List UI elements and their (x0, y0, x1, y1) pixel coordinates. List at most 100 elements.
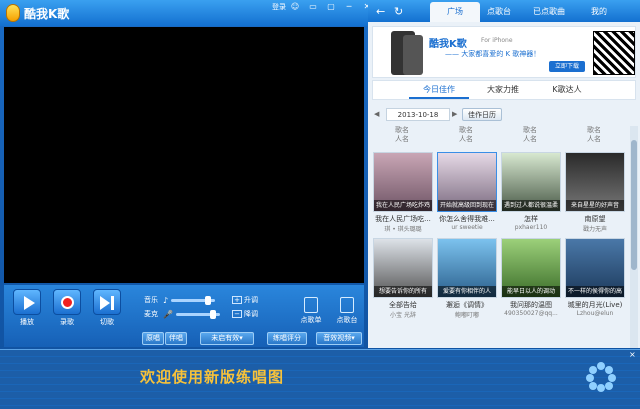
microphone-icon: 🎤 (163, 309, 173, 319)
song-card[interactable]: 想要告诉你的所有 全部告给 小宝 光辞 (372, 238, 434, 319)
skin-icon[interactable]: ☺ (288, 2, 302, 12)
mic-volume-slider[interactable] (175, 309, 220, 319)
tone-down-label: 降调 (244, 310, 258, 318)
mini-mode-icon[interactable]: ▭ (306, 2, 320, 12)
order-song-label: 点歌台 (336, 316, 358, 324)
tab-ordered-songs[interactable]: 已点歌曲 (524, 2, 574, 22)
grid-scrollbar[interactable] (630, 126, 638, 348)
song-card[interactable]: 来自星星的好声音 南原望 戳力无声 (564, 152, 626, 233)
tab-song-order[interactable]: 点歌台 (474, 2, 524, 22)
mic-label: 麦克 (144, 310, 158, 318)
song-card[interactable]: 遇到过人都说很温柔 怎样 pxhaer110 (500, 152, 562, 231)
singer-name: ur sweetie (451, 224, 483, 231)
flower-decoration-icon (586, 362, 616, 392)
next-label: 切歌 (100, 318, 114, 326)
song-title: 怎样 (524, 215, 538, 223)
music-volume-row: 音乐 ♪ (144, 295, 216, 305)
promo-banner[interactable]: 酷我K歌 For iPhone —— 大家都喜爱的 K 歌神器！ 立即下载 (372, 26, 636, 78)
header-row: 歌名 人名 (395, 126, 409, 143)
refresh-icon[interactable]: ↻ (394, 5, 403, 18)
singer-name: 鲍嘟叮嘟 (454, 312, 479, 319)
play-icon (24, 296, 35, 310)
song-card[interactable]: 开始就高级回到现在 你怎么舍得我难... ur sweetie (436, 152, 498, 231)
scrollbar-thumb[interactable] (631, 140, 637, 270)
order-song-button[interactable]: 点歌台 (332, 297, 362, 325)
subtab-k-stars[interactable]: K歌达人 (537, 81, 597, 99)
date-display: 2013-10-18 (386, 108, 450, 121)
tab-mine[interactable]: 我的 (574, 2, 624, 22)
record-button[interactable]: 录歌 (52, 289, 82, 327)
qr-code (593, 31, 635, 75)
title-bar: 酷我K歌 登录 ☺ ▭ ▢ ─ ✕ (0, 0, 370, 26)
song-title: 我问那的温图 (510, 301, 552, 309)
song-thumbnail: 能早日以人的调动 (501, 238, 561, 298)
song-list-button[interactable]: 点歌单 (296, 297, 326, 325)
video-effect-dropdown[interactable]: 音效视频▾ (316, 332, 362, 345)
next-date-icon[interactable]: ▶ (452, 110, 457, 118)
header-row: 歌名 人名 (587, 126, 601, 143)
mic-volume-row: 麦克 🎤 (144, 309, 220, 319)
next-song-button[interactable]: 切歌 (92, 289, 122, 327)
song-title: 我在人民广场吃... (375, 215, 431, 223)
music-volume-knob[interactable] (205, 295, 212, 305)
calendar-button[interactable]: 佳作日历 (462, 108, 502, 121)
header-row: 歌名 人名 (523, 126, 537, 143)
app-window: 酷我K歌 登录 ☺ ▭ ▢ ─ ✕ 播放 录歌 切歌 音乐 ♪ 麦克 🎤 + 升… (0, 0, 640, 409)
singer-name: pxhaer110 (514, 224, 548, 231)
song-title: 邂逅《调情》 (446, 301, 488, 309)
monitor-icon (340, 297, 354, 313)
accompany-button[interactable]: 伴唱 (165, 332, 187, 345)
app-title: 酷我K歌 (24, 7, 70, 21)
tab-square[interactable]: 广场 (430, 2, 480, 22)
song-card[interactable]: 我在人民广场吃炸鸡 我在人民广场吃... 琪 • 琪头璐璐 (372, 152, 434, 233)
singer-name: 490350027@qq... (504, 310, 558, 317)
song-thumbnail: 我在人民广场吃炸鸡 (373, 152, 433, 212)
music-volume-slider[interactable] (171, 295, 216, 305)
tone-down-control[interactable]: − 降调 (232, 309, 258, 319)
tone-up-control[interactable]: + 升调 (232, 295, 258, 305)
song-thumbnail: 爱要有你相伴的人 (437, 238, 497, 298)
banner-platform: For iPhone (481, 37, 513, 44)
minimize-icon[interactable]: ─ (342, 2, 356, 12)
app-logo-icon (6, 4, 20, 22)
ad-strip[interactable] (0, 349, 640, 409)
ad-strip-text[interactable]: 欢迎使用新版练唱图 (140, 366, 284, 387)
song-title: 全部告给 (389, 301, 417, 309)
practice-score-button[interactable]: 练唱评分 (267, 332, 307, 345)
singer-name: Lzhou@elun (576, 310, 614, 317)
song-card[interactable]: 能早日以人的调动 我问那的温图 490350027@qq... (500, 238, 562, 317)
record-label: 录歌 (60, 318, 74, 326)
back-arrow-icon[interactable]: ← (376, 5, 385, 18)
song-thumbnail: 遇到过人都说很温柔 (501, 152, 561, 212)
record-icon (61, 296, 74, 309)
phone-image (403, 35, 423, 75)
banner-slogan: —— 大家都喜爱的 K 歌神器！ (445, 50, 541, 58)
right-tab-bar: ← ↻ 广场 点歌台 已点歌曲 我的 (368, 0, 640, 22)
banner-brand: 酷我K歌 (429, 39, 467, 50)
speaker-icon: ♪ (163, 295, 169, 305)
effect-dropdown[interactable]: 未启有效▾ (200, 332, 254, 345)
next-icon (100, 296, 110, 310)
song-grid: 歌名 人名 歌名 人名 歌名 人名 歌名 人名 我在人民广场吃炸鸡 我在人民广场吃...… (372, 126, 628, 348)
song-thumbnail: 来自星星的好声音 (565, 152, 625, 212)
song-thumbnail: 想要告诉你的所有 (373, 238, 433, 298)
login-link[interactable]: 登录 (272, 2, 286, 12)
singer-name: 戳力无声 (582, 226, 607, 233)
original-vocal-button[interactable]: 原唱 (142, 332, 164, 345)
play-button[interactable]: 播放 (12, 289, 42, 327)
singer-name: 小宝 光辞 (390, 312, 416, 319)
song-list-label: 点歌单 (300, 316, 322, 324)
video-display (4, 27, 364, 283)
download-button[interactable]: 立即下载 (549, 61, 585, 72)
song-card[interactable]: 不一样的侯得你的高 城里的月光(Live) Lzhou@elun (564, 238, 626, 317)
ad-close-icon[interactable]: × (629, 350, 636, 359)
subtab-today-best[interactable]: 今日佳作 (409, 81, 469, 99)
right-panel: ← ↻ 广场 点歌台 已点歌曲 我的 酷我K歌 For iPhone —— 大家… (368, 0, 640, 348)
date-bar: ◀ 2013-10-18 ▶ 佳作日历 (372, 108, 636, 122)
song-card[interactable]: 爱要有你相伴的人 邂逅《调情》 鲍嘟叮嘟 (436, 238, 498, 319)
subtab-recommended[interactable]: 大家力推 (473, 81, 533, 99)
singer-name: 琪 • 琪头璐璐 (384, 226, 422, 233)
restore-icon[interactable]: ▢ (324, 2, 338, 12)
prev-date-icon[interactable]: ◀ (374, 110, 379, 118)
mic-volume-knob[interactable] (209, 309, 216, 319)
